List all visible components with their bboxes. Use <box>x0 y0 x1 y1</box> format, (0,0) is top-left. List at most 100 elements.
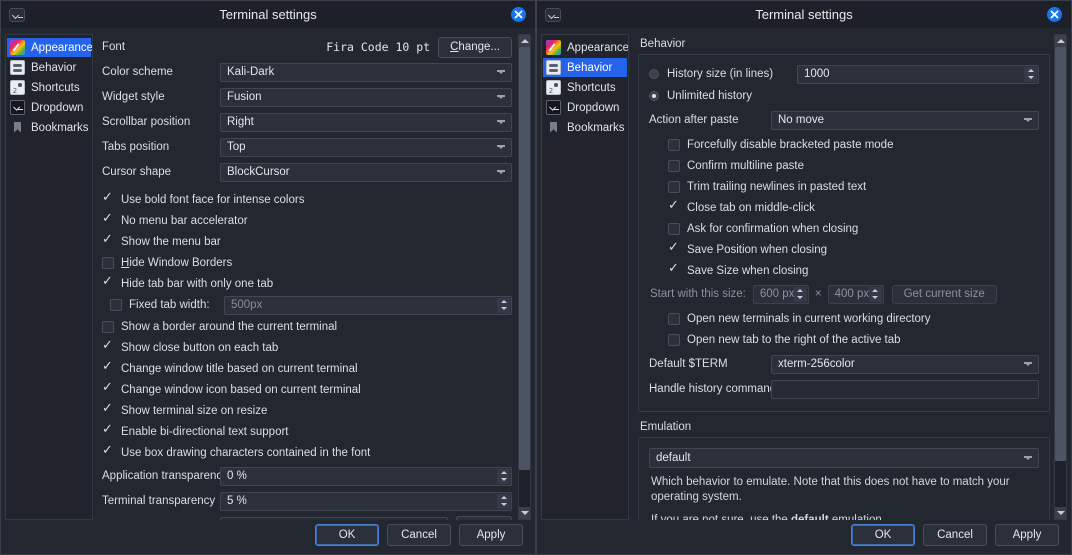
apply-button[interactable]: Apply <box>459 524 523 546</box>
spinner-down-icon[interactable] <box>497 305 510 313</box>
close-icon[interactable] <box>1047 7 1062 22</box>
fixed-tab-width-row[interactable]: Fixed tab width: 500px <box>102 294 512 316</box>
sidebar-item-label: Shortcuts <box>31 81 80 94</box>
checkbox-row[interactable]: Change window icon based on current term… <box>102 379 512 400</box>
sidebar: Appearance Behavior Shortcuts Dropdown B… <box>541 34 629 520</box>
checkbox-row[interactable]: Confirm multiline paste <box>668 155 1039 176</box>
terminal-transparency-row: Terminal transparency 5 % <box>102 490 512 512</box>
spinner-up-icon[interactable] <box>497 469 510 477</box>
checkbox-label: Show close button on each tab <box>121 341 279 354</box>
tabs-position-select[interactable]: Top <box>220 137 512 157</box>
cancel-button[interactable]: Cancel <box>387 524 451 546</box>
terminal-transparency-input[interactable]: 5 % <box>220 491 512 511</box>
checkbox-label: Hide tab bar with only one tab <box>121 277 274 290</box>
start-height-input[interactable]: 400 px <box>827 284 884 304</box>
spinner-down-icon[interactable] <box>869 294 882 302</box>
change-font-button[interactable]: Change... <box>438 36 512 58</box>
spinner-down-icon[interactable] <box>497 476 510 484</box>
checkbox-row[interactable]: Show the menu bar <box>102 231 512 252</box>
checkbox-row-hide-window-borders[interactable]: Hide Window Borders <box>102 252 512 273</box>
color-scheme-select[interactable]: Kali-Dark <box>220 62 512 82</box>
checkbox-row[interactable]: Use box drawing characters contained in … <box>102 442 512 463</box>
sidebar-item-bookmarks[interactable]: Bookmarks <box>543 118 627 137</box>
sidebar-item-appearance[interactable]: Appearance <box>543 38 628 57</box>
scrollbar-track[interactable] <box>519 47 530 507</box>
checkbox-row[interactable]: Save Size when closing <box>668 260 1039 281</box>
sidebar-item-shortcuts[interactable]: Shortcuts <box>7 78 91 97</box>
sidebar-item-appearance[interactable]: Appearance <box>7 38 92 57</box>
spinner-buttons[interactable] <box>497 468 510 484</box>
cursor-shape-select[interactable]: BlockCursor <box>220 162 512 182</box>
sidebar-item-shortcuts[interactable]: Shortcuts <box>543 78 627 97</box>
start-width-input[interactable]: 600 px <box>752 284 809 304</box>
fixed-tab-width-input[interactable]: 500px <box>224 295 512 315</box>
spinner-buttons[interactable] <box>868 286 882 302</box>
default-term-select[interactable]: xterm-256color <box>771 354 1039 374</box>
scroll-up-icon[interactable] <box>519 35 530 47</box>
spinner-buttons[interactable] <box>793 286 807 302</box>
widget-style-select[interactable]: Fusion <box>220 87 512 107</box>
checkbox-row[interactable]: Show close button on each tab <box>102 337 512 358</box>
spinner-up-icon[interactable] <box>869 287 882 295</box>
sidebar-item-bookmarks[interactable]: Bookmarks <box>7 118 91 137</box>
checkbox-row[interactable]: Show a border around the current termina… <box>102 316 512 337</box>
sidebar-item-dropdown[interactable]: Dropdown <box>543 98 627 117</box>
checkbox-row[interactable]: Open new terminals in current working di… <box>668 308 1039 329</box>
titlebar[interactable]: Terminal settings <box>1 1 535 28</box>
application-transparency-input[interactable]: 0 % <box>220 466 512 486</box>
scrollbar-thumb[interactable] <box>1055 47 1066 461</box>
checkbox-row[interactable]: Save Position when closing <box>668 239 1039 260</box>
close-icon[interactable] <box>511 7 526 22</box>
checkbox-row[interactable]: Open new tab to the right of the active … <box>668 329 1039 350</box>
get-current-size-button[interactable]: Get current size <box>891 284 997 304</box>
scroll-down-icon[interactable] <box>519 507 530 519</box>
spinner-down-icon[interactable] <box>794 294 807 302</box>
checkbox-row[interactable]: No menu bar accelerator <box>102 210 512 231</box>
spinner-up-icon[interactable] <box>497 494 510 502</box>
spinner-up-icon[interactable] <box>1024 67 1037 75</box>
sidebar-item-behavior[interactable]: Behavior <box>7 58 91 77</box>
spinner-up-icon[interactable] <box>497 298 510 306</box>
scrollbar-position-select[interactable]: Right <box>220 112 512 132</box>
spinner-buttons[interactable] <box>497 493 510 509</box>
checkbox-row[interactable]: Show terminal size on resize <box>102 400 512 421</box>
checkbox-row[interactable]: Enable bi-directional text support <box>102 421 512 442</box>
scrollbar-thumb[interactable] <box>519 47 530 471</box>
spinner-down-icon[interactable] <box>1024 74 1037 82</box>
history-size-input[interactable]: 1000 <box>797 64 1039 84</box>
scroll-down-icon[interactable] <box>1055 507 1066 519</box>
spinner-buttons[interactable] <box>497 297 510 313</box>
spinner-down-icon[interactable] <box>497 501 510 509</box>
terminal-icon <box>545 7 561 22</box>
dropdown-icon <box>10 100 25 115</box>
spinner-up-icon[interactable] <box>794 287 807 295</box>
behavior-pane-scrollbar[interactable] <box>1054 34 1067 520</box>
check-icon <box>668 261 680 277</box>
checkbox-row[interactable]: Use bold font face for intense colors <box>102 189 512 210</box>
spinner-buttons[interactable] <box>1024 66 1037 82</box>
checkbox-row[interactable]: Hide tab bar with only one tab <box>102 273 512 294</box>
handle-history-input[interactable] <box>771 379 1039 399</box>
emulation-select[interactable]: default <box>649 448 1039 468</box>
history-size-row[interactable]: History size (in lines) 1000 <box>649 63 1039 85</box>
checkbox-row[interactable]: Ask for confirmation when closing <box>668 218 1039 239</box>
checkbox-row[interactable]: Forcefully disable bracketed paste mode <box>668 134 1039 155</box>
ok-button[interactable]: OK <box>315 524 379 546</box>
checkbox-row[interactable]: Trim trailing newlines in pasted text <box>668 176 1039 197</box>
emulation-group-title: Emulation <box>640 421 692 433</box>
checkbox-row[interactable]: Change window title based on current ter… <box>102 358 512 379</box>
cursor-shape-row: Cursor shape BlockCursor <box>102 161 512 183</box>
action-after-paste-select[interactable]: No move <box>771 110 1039 130</box>
apply-button[interactable]: Apply <box>995 524 1059 546</box>
appearance-pane-scrollbar[interactable] <box>518 34 531 520</box>
sidebar-item-label: Behavior <box>31 61 77 74</box>
scrollbar-track[interactable] <box>1055 47 1066 507</box>
sidebar-item-behavior[interactable]: Behavior <box>543 58 627 77</box>
unlimited-history-row[interactable]: Unlimited history <box>649 85 1039 107</box>
titlebar[interactable]: Terminal settings <box>537 1 1071 28</box>
cancel-button[interactable]: Cancel <box>923 524 987 546</box>
sidebar-item-dropdown[interactable]: Dropdown <box>7 98 91 117</box>
checkbox-row[interactable]: Close tab on middle-click <box>668 197 1039 218</box>
ok-button[interactable]: OK <box>851 524 915 546</box>
scroll-up-icon[interactable] <box>1055 35 1066 47</box>
